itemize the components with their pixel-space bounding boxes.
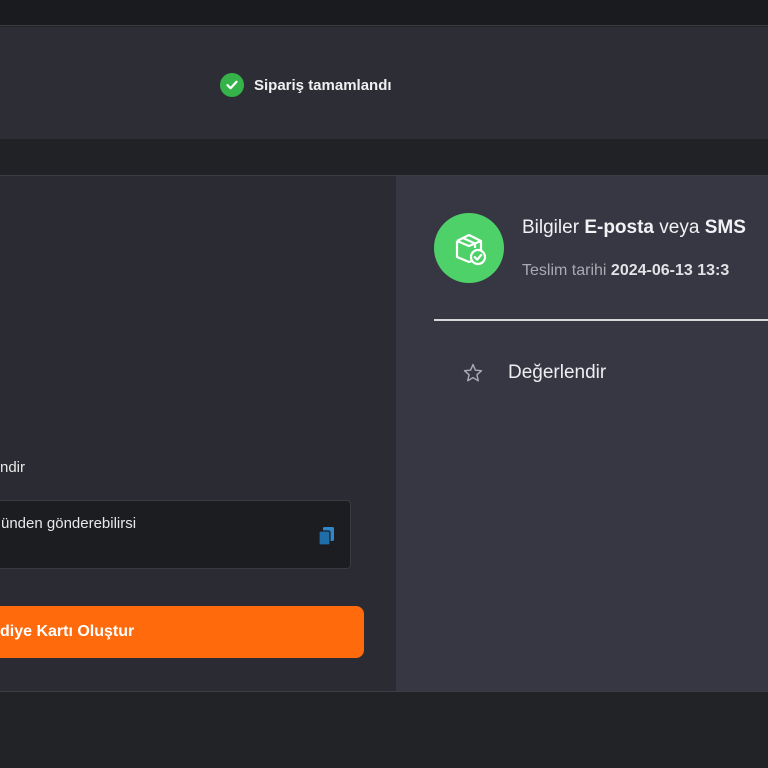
create-gift-card-label: diye Kartı Oluştur [0, 623, 135, 640]
rate-label: Değerlendir [508, 362, 607, 383]
top-strip [0, 0, 768, 26]
section-gap [0, 139, 768, 175]
delivery-box-check-icon [434, 213, 504, 283]
message-field[interactable]: ünden gönderebilirsi [0, 500, 351, 569]
create-gift-card-button[interactable]: diye Kartı Oluştur [0, 606, 364, 658]
star-icon [462, 362, 484, 384]
delivery-date-value: 2024-06-13 13:3 [610, 262, 730, 279]
info-sms: SMS [704, 217, 746, 238]
section-label: ndir [0, 459, 26, 476]
info-connector: veya [659, 217, 700, 238]
gift-card-panel: ndir ünden gönderebilirsi diye Kartı Olu… [0, 176, 396, 691]
order-status: Sipariş tamamlandı [220, 72, 392, 98]
info-email: E-posta [584, 217, 654, 238]
order-status-text: Sipariş tamamlandı [254, 76, 392, 94]
delivery-date-label: Teslim tarihi [522, 262, 607, 279]
check-circle-icon [220, 73, 244, 97]
copy-icon[interactable] [316, 525, 338, 547]
rate-button[interactable]: Değerlendir [462, 360, 606, 386]
delivery-info-panel: Bilgiler E-posta veya SMS Teslim tarihi … [396, 176, 768, 691]
info-prefix: Bilgiler [522, 217, 580, 238]
order-details-card: ndir ünden gönderebilirsi diye Kartı Olu… [0, 175, 768, 692]
message-text: ünden gönderebilirsi [1, 515, 137, 532]
delivery-channel-info: Bilgiler E-posta veya SMS [522, 217, 746, 239]
divider [434, 319, 768, 321]
delivery-date-info: Teslim tarihi 2024-06-13 13:3 [522, 262, 729, 280]
